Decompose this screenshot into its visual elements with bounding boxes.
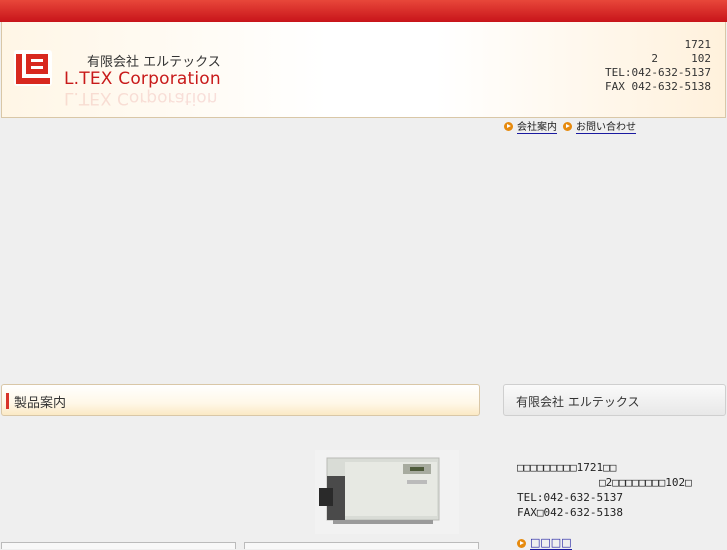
company-address-line: □2□□□□□□□□102□	[599, 476, 692, 489]
products-panel-header: 製品案内	[1, 384, 480, 416]
arrow-icon	[517, 538, 526, 548]
tel-line: TEL:042-632-5137	[605, 66, 711, 79]
site-header: 有限会社 エルテックス L.TEX Corporation L.TEX Corp…	[1, 22, 726, 134]
bottom-panel-right	[244, 542, 479, 549]
bottom-panel-left	[1, 542, 236, 549]
company-panel-title: 有限会社 エルテックス	[516, 395, 640, 409]
company-address-line: □□□□□□□□□1721□□	[517, 461, 617, 474]
arrow-icon	[563, 121, 572, 131]
arrow-icon	[504, 121, 513, 131]
company-name-reflection: L.TEX Corporation	[64, 88, 218, 108]
product-machine-icon	[315, 450, 459, 534]
header-address: 1721 2 102 TEL:042-632-5137 FAX 042-632-…	[605, 38, 711, 94]
company-link-label: □□□□	[530, 536, 572, 550]
ltex-logo-icon[interactable]	[14, 50, 52, 86]
section-marker	[6, 393, 9, 409]
top-red-bar	[0, 0, 727, 22]
company-info: □□□□□□□□□1721□□ □2□□□□□□□□102□ TEL:042-6…	[517, 460, 692, 520]
fax-line: FAX 042-632-5138	[605, 80, 711, 93]
company-tel: TEL:042-632-5137	[517, 491, 623, 504]
address-line: 1721	[684, 38, 712, 51]
nav-company-link[interactable]: 会社案内	[504, 118, 557, 134]
company-fax: FAX□042-632-5138	[517, 506, 623, 519]
company-name-en: L.TEX Corporation	[64, 69, 221, 89]
header-nav: 会社案内 お問い合わせ	[504, 118, 636, 134]
company-panel-header: 有限会社 エルテックス	[503, 384, 726, 416]
nav-contact-link[interactable]: お問い合わせ	[563, 118, 636, 134]
products-panel-title: 製品案内	[14, 396, 67, 411]
product-image[interactable]	[315, 450, 459, 534]
company-name-jp: 有限会社 エルテックス	[87, 55, 221, 70]
address-line: 2 102	[651, 52, 711, 65]
company-map-link[interactable]: □□□□	[517, 536, 572, 550]
